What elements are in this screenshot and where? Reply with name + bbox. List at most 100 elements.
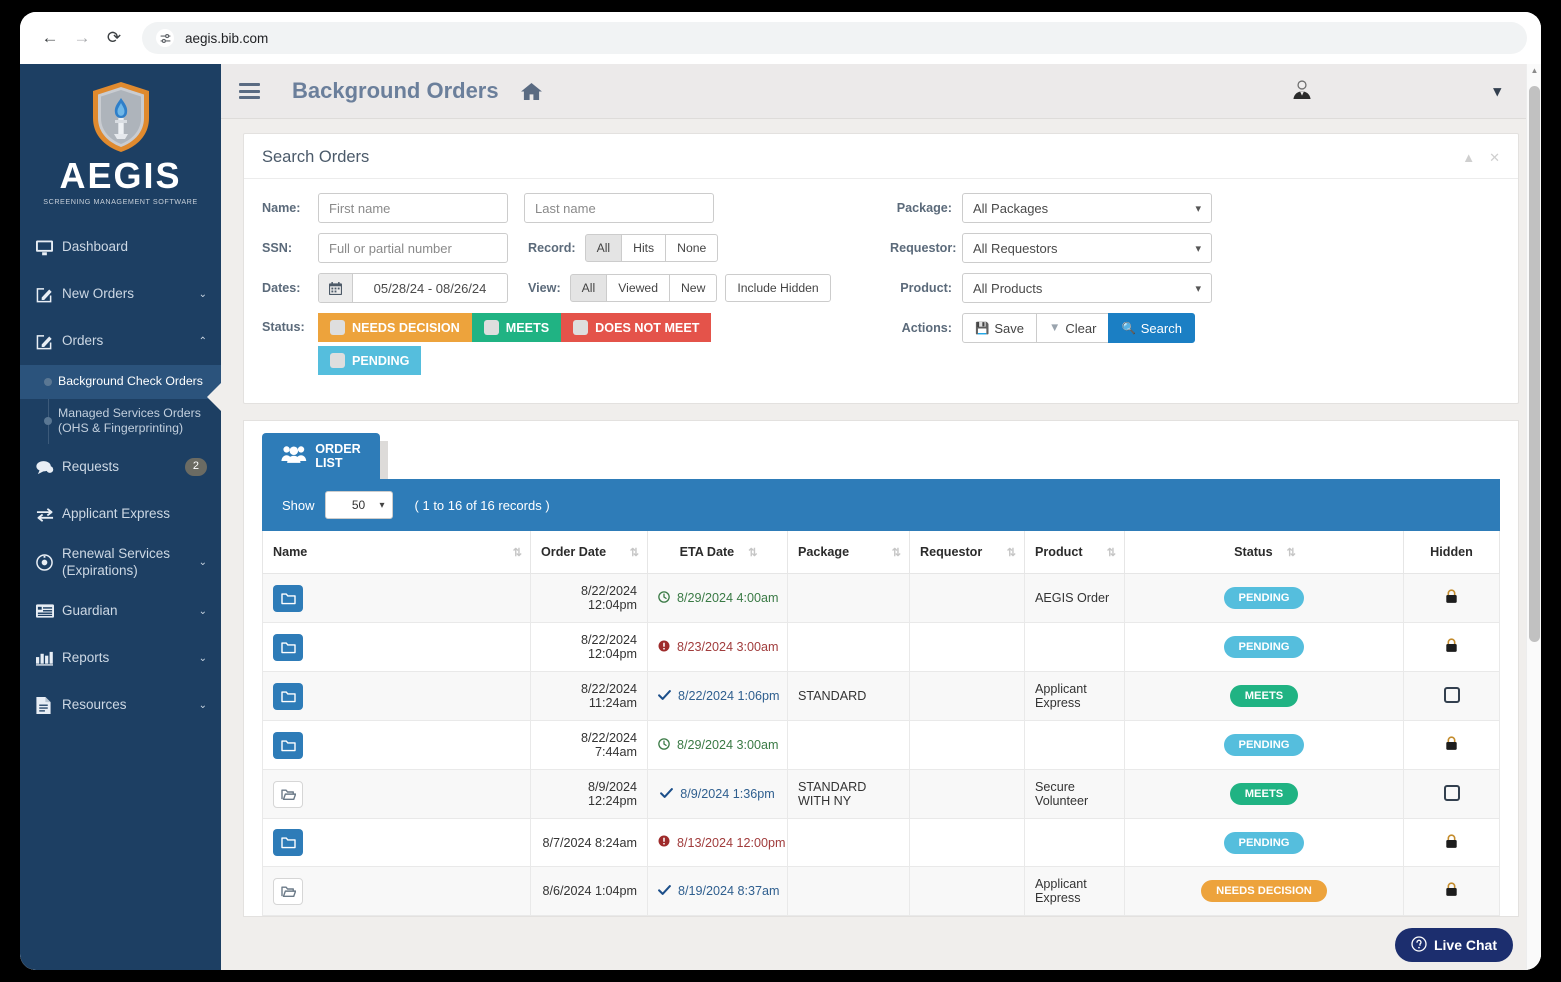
lock-icon[interactable] — [1445, 738, 1458, 754]
folder-closed-icon[interactable] — [273, 683, 303, 710]
live-chat-button[interactable]: Live Chat — [1395, 928, 1513, 962]
table-row[interactable]: 8/22/2024 12:04pm8/23/2024 3:00amPENDING — [263, 623, 1500, 672]
back-button[interactable]: ← — [34, 22, 66, 54]
folder-closed-icon[interactable] — [273, 634, 303, 661]
page-size-select[interactable]: 50 — [325, 491, 393, 519]
cell-name[interactable] — [263, 819, 531, 867]
tab-order-list[interactable]: ORDER LIST — [262, 433, 380, 479]
sidebar-item-reports[interactable]: Reports ⌄ — [20, 635, 221, 682]
first-name-input[interactable]: First name — [318, 193, 508, 223]
cell-name[interactable] — [263, 770, 531, 819]
record-option-all[interactable]: All — [585, 234, 623, 262]
record-option-none[interactable]: None — [665, 234, 718, 262]
sort-icon[interactable]: ⇅ — [1007, 546, 1014, 559]
table-row[interactable]: 8/22/2024 11:24am8/22/2024 1:06pmSTANDAR… — [263, 672, 1500, 721]
view-option-viewed[interactable]: Viewed — [606, 274, 670, 302]
lock-icon[interactable] — [1445, 884, 1458, 900]
table-row[interactable]: 8/6/2024 1:04pm8/19/2024 8:37amApplicant… — [263, 867, 1500, 916]
column-header-requestor[interactable]: Requestor⇅ — [910, 531, 1025, 574]
lock-icon[interactable] — [1445, 640, 1458, 656]
column-header-package[interactable]: Package⇅ — [788, 531, 910, 574]
sidebar-item-managed-services-orders[interactable]: Managed Services Orders (OHS & Fingerpri… — [20, 399, 221, 444]
product-select[interactable]: All Products — [962, 273, 1212, 303]
column-header-name[interactable]: Name⇅ — [263, 531, 531, 574]
cell-hidden[interactable] — [1404, 819, 1500, 867]
folder-open-icon[interactable] — [273, 878, 303, 905]
status-chip-does-not-meet[interactable]: DOES NOT MEET — [561, 313, 711, 342]
lock-icon[interactable] — [1445, 591, 1458, 607]
requestor-select[interactable]: All Requestors — [962, 233, 1212, 263]
cell-hidden[interactable] — [1404, 623, 1500, 672]
date-range-picker[interactable]: 05/28/24 - 08/26/24 — [318, 273, 508, 303]
cell-name[interactable] — [263, 574, 531, 623]
sidebar-item-applicant-express[interactable]: Applicant Express — [20, 491, 221, 538]
cell-hidden[interactable] — [1404, 770, 1500, 819]
status-chip-pending[interactable]: PENDING — [318, 346, 421, 375]
cell-name[interactable] — [263, 623, 531, 672]
checkbox-icon[interactable] — [330, 353, 345, 368]
view-option-all[interactable]: All — [570, 274, 608, 302]
checkbox-icon[interactable] — [573, 320, 588, 335]
sidebar-item-resources[interactable]: Resources ⌄ — [20, 682, 221, 729]
reload-button[interactable]: ⟳ — [98, 22, 130, 54]
record-option-hits[interactable]: Hits — [621, 234, 666, 262]
search-button[interactable]: 🔍 Search — [1108, 313, 1195, 343]
chevron-up-icon[interactable]: ▲ — [1462, 150, 1475, 165]
view-option-new[interactable]: New — [669, 274, 717, 302]
sidebar-item-guardian[interactable]: Guardian ⌄ — [20, 588, 221, 635]
column-header-order-date[interactable]: Order Date⇅ — [531, 531, 648, 574]
hidden-checkbox[interactable] — [1444, 785, 1460, 801]
package-select[interactable]: All Packages — [962, 193, 1212, 223]
calendar-icon[interactable] — [319, 274, 353, 302]
folder-open-icon[interactable] — [273, 781, 303, 808]
table-row[interactable]: 8/7/2024 8:24am8/13/2024 12:00pmPENDING — [263, 819, 1500, 867]
cell-hidden[interactable] — [1404, 574, 1500, 623]
cell-name[interactable] — [263, 721, 531, 770]
sort-icon[interactable]: ⇅ — [892, 546, 899, 559]
user-menu-chevron-down-icon[interactable]: ▾ — [1493, 82, 1501, 100]
cell-hidden[interactable] — [1404, 867, 1500, 916]
include-hidden-button[interactable]: Include Hidden — [725, 274, 830, 302]
ssn-input[interactable]: Full or partial number — [318, 233, 508, 263]
folder-closed-icon[interactable] — [273, 732, 303, 759]
user-avatar-icon[interactable] — [1291, 78, 1313, 105]
last-name-input[interactable]: Last name — [524, 193, 714, 223]
sidebar-item-dashboard[interactable]: Dashboard — [20, 224, 221, 271]
page-scrollbar[interactable]: ▲ — [1526, 64, 1541, 970]
address-bar[interactable]: aegis.bib.com — [142, 22, 1527, 54]
hidden-checkbox[interactable] — [1444, 687, 1460, 703]
folder-closed-icon[interactable] — [273, 829, 303, 856]
clear-button[interactable]: ▼ Clear — [1036, 313, 1109, 343]
scroll-up-arrow-icon[interactable]: ▲ — [1527, 66, 1541, 75]
sort-icon[interactable]: ⇅ — [513, 546, 520, 559]
sort-icon[interactable]: ⇅ — [1287, 546, 1294, 559]
save-button[interactable]: 💾 Save — [962, 313, 1037, 343]
column-header-status[interactable]: Status⇅ — [1125, 531, 1404, 574]
sort-icon[interactable]: ⇅ — [748, 546, 755, 559]
status-chip-meets[interactable]: MEETS — [472, 313, 561, 342]
sidebar-item-requests[interactable]: Requests 2 — [20, 444, 221, 491]
checkbox-icon[interactable] — [330, 320, 345, 335]
status-chip-needs-decision[interactable]: NEEDS DECISION — [318, 313, 472, 342]
table-row[interactable]: 8/22/2024 12:04pm8/29/2024 4:00amAEGIS O… — [263, 574, 1500, 623]
folder-closed-icon[interactable] — [273, 585, 303, 612]
home-icon[interactable] — [521, 82, 542, 101]
table-row[interactable]: 8/22/2024 7:44am8/29/2024 3:00amPENDING — [263, 721, 1500, 770]
table-row[interactable]: 8/9/2024 12:24pm8/9/2024 1:36pmSTANDARD … — [263, 770, 1500, 819]
lock-icon[interactable] — [1445, 836, 1458, 852]
cell-name[interactable] — [263, 867, 531, 916]
close-icon[interactable]: ✕ — [1489, 150, 1500, 166]
checkbox-icon[interactable] — [484, 320, 499, 335]
column-header-eta-date[interactable]: ETA Date⇅ — [648, 531, 788, 574]
sidebar-item-new-orders[interactable]: New Orders ⌄ — [20, 271, 221, 318]
scrollbar-thumb[interactable] — [1529, 86, 1540, 642]
cell-name[interactable] — [263, 672, 531, 721]
site-settings-icon[interactable] — [156, 29, 174, 47]
forward-button[interactable]: → — [66, 22, 98, 54]
brand-logo[interactable]: AEGIS SCREENING MANAGEMENT SOFTWARE — [20, 64, 221, 224]
sidebar-item-renewal-services[interactable]: Renewal Services (Expirations) ⌄ — [20, 538, 221, 588]
sidebar-item-orders[interactable]: Orders ⌃ — [20, 318, 221, 365]
column-header-product[interactable]: Product⇅ — [1025, 531, 1125, 574]
cell-hidden[interactable] — [1404, 721, 1500, 770]
sort-icon[interactable]: ⇅ — [1107, 546, 1114, 559]
